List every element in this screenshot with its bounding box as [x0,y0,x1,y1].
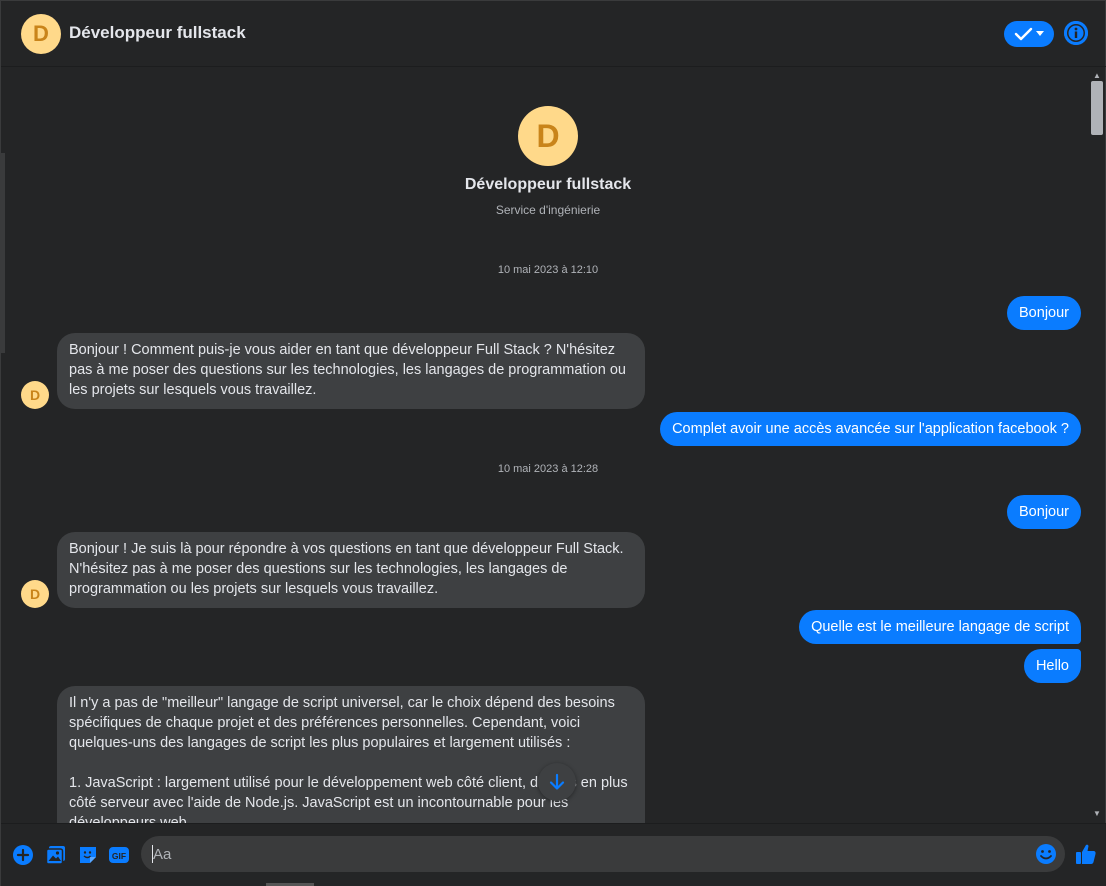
outgoing-message[interactable]: Bonjour [1007,495,1081,529]
header-avatar[interactable]: D [21,14,61,54]
incoming-message[interactable]: Bonjour ! Je suis là pour répondre à vos… [57,532,645,608]
profile-name: Développeur fullstack [464,176,632,193]
check-menu-button[interactable] [1004,21,1054,47]
profile-avatar: D [518,106,578,166]
incoming-message[interactable]: Bonjour ! Comment puis-je vous aider en … [57,333,645,409]
chevron-down-icon [1036,31,1044,36]
image-icon [45,846,65,865]
info-icon [1064,21,1088,45]
scroll-to-bottom-button[interactable] [538,763,576,801]
message-paragraph: Il n'y a pas de "meilleur" langage de sc… [69,695,615,751]
gif-icon: GIF [109,847,129,863]
sticker-button[interactable] [77,844,99,866]
timestamp: 10 mai 2023 à 12:10 [497,264,599,276]
message-list: D Développeur fullstack Service d'ingéni… [1,68,1091,823]
chat-window: D Développeur fullstack D Développeur fu… [0,0,1106,886]
scrollbar[interactable] [1091,68,1105,823]
sticker-icon [80,847,96,863]
info-button[interactable] [1064,21,1088,45]
arrow-down-icon [549,773,565,790]
header-title[interactable]: Développeur fullstack [69,23,246,43]
message-input[interactable] [153,836,1033,872]
emoji-icon [1036,844,1056,864]
emoji-button[interactable] [1035,843,1057,865]
like-button[interactable] [1074,842,1098,866]
sender-avatar[interactable]: D [21,580,49,608]
outgoing-message[interactable]: Quelle est le meilleure langage de scrip… [799,610,1081,644]
composer: GIF [1,823,1106,886]
chat-header: D Développeur fullstack [1,1,1106,67]
more-actions-button[interactable] [12,844,34,866]
attach-image-button[interactable] [45,844,67,866]
svg-text:GIF: GIF [112,851,126,861]
outgoing-message[interactable]: Complet avoir une accès avancée sur l'ap… [660,412,1081,446]
incoming-message[interactable]: Il n'y a pas de "meilleur" langage de sc… [57,686,645,823]
plus-icon [13,845,33,865]
outgoing-message[interactable]: Hello [1023,649,1081,683]
thumbs-up-icon [1076,844,1096,864]
message-input-container[interactable] [141,836,1065,872]
profile-subtitle: Service d'ingénierie [495,203,601,217]
timestamp: 10 mai 2023 à 12:28 [497,463,599,475]
gif-button[interactable]: GIF [108,844,130,866]
scrollbar-thumb[interactable] [1091,81,1103,135]
sender-avatar[interactable]: D [21,381,49,409]
scroll-down-arrow[interactable]: ▼ [1091,809,1103,819]
scroll-up-arrow[interactable]: ▲ [1091,71,1103,81]
outgoing-message[interactable]: Bonjour [1007,296,1081,330]
check-icon [1014,27,1033,41]
